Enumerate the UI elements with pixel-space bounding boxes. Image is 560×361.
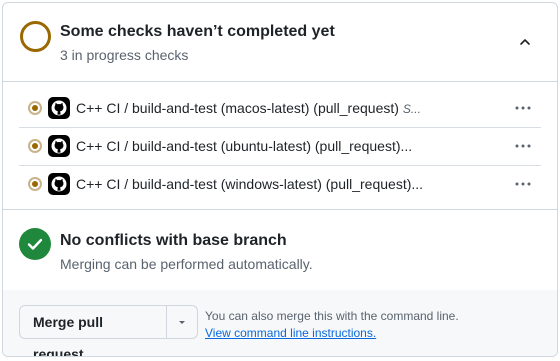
kebab-horizontal-icon: [515, 144, 531, 148]
conflicts-title: No conflicts with base branch: [60, 232, 287, 249]
in-progress-dot-icon: [28, 139, 42, 153]
collapse-checks-button[interactable]: [513, 30, 537, 54]
chevron-up-icon: [520, 39, 530, 45]
kebab-menu-button[interactable]: [509, 96, 537, 120]
merge-box: Some checks haven’t completed yet 3 in p…: [2, 2, 558, 357]
conflicts-subtitle: Merging can be performed automatically.: [60, 256, 313, 272]
merge-pull-request-button[interactable]: Merge pull request: [20, 306, 167, 356]
conflicts-section: No conflicts with base branch Merging ca…: [3, 209, 557, 291]
merge-footer: Merge pull request You can also merge th…: [3, 290, 557, 356]
merge-hint: You can also merge this with the command…: [205, 308, 459, 342]
check-name[interactable]: C++ CI / build-and-test (macos-latest) (…: [76, 100, 426, 116]
github-logo-icon: [48, 173, 70, 195]
checks-subtitle: 3 in progress checks: [60, 47, 189, 63]
in-progress-dot-icon: [28, 101, 42, 115]
check-item[interactable]: C++ CI / build-and-test (macos-latest) (…: [19, 90, 541, 126]
in-progress-dot-icon: [28, 177, 42, 191]
pending-status-icon: [20, 21, 51, 52]
kebab-menu-button[interactable]: [509, 172, 537, 196]
check-name[interactable]: C++ CI / build-and-test (windows-latest)…: [76, 176, 426, 192]
check-circle-icon: [19, 228, 51, 260]
kebab-horizontal-icon: [515, 106, 531, 110]
command-line-instructions-link[interactable]: View command line instructions.: [205, 325, 376, 342]
triangle-down-icon: [179, 321, 185, 324]
github-logo-icon: [48, 135, 70, 157]
checks-title: Some checks haven’t completed yet: [60, 23, 335, 40]
github-logo-icon: [48, 97, 70, 119]
checks-header: Some checks haven’t completed yet 3 in p…: [3, 3, 557, 82]
merge-hint-text: You can also merge this with the command…: [205, 309, 459, 323]
merge-options-dropdown[interactable]: [167, 306, 197, 338]
check-name[interactable]: C++ CI / build-and-test (ubuntu-latest) …: [76, 138, 426, 154]
check-item[interactable]: C++ CI / build-and-test (ubuntu-latest) …: [19, 128, 541, 164]
merge-button-group: Merge pull request: [19, 305, 198, 356]
kebab-horizontal-icon: [515, 182, 531, 186]
check-item[interactable]: C++ CI / build-and-test (windows-latest)…: [19, 166, 541, 202]
kebab-menu-button[interactable]: [509, 134, 537, 158]
